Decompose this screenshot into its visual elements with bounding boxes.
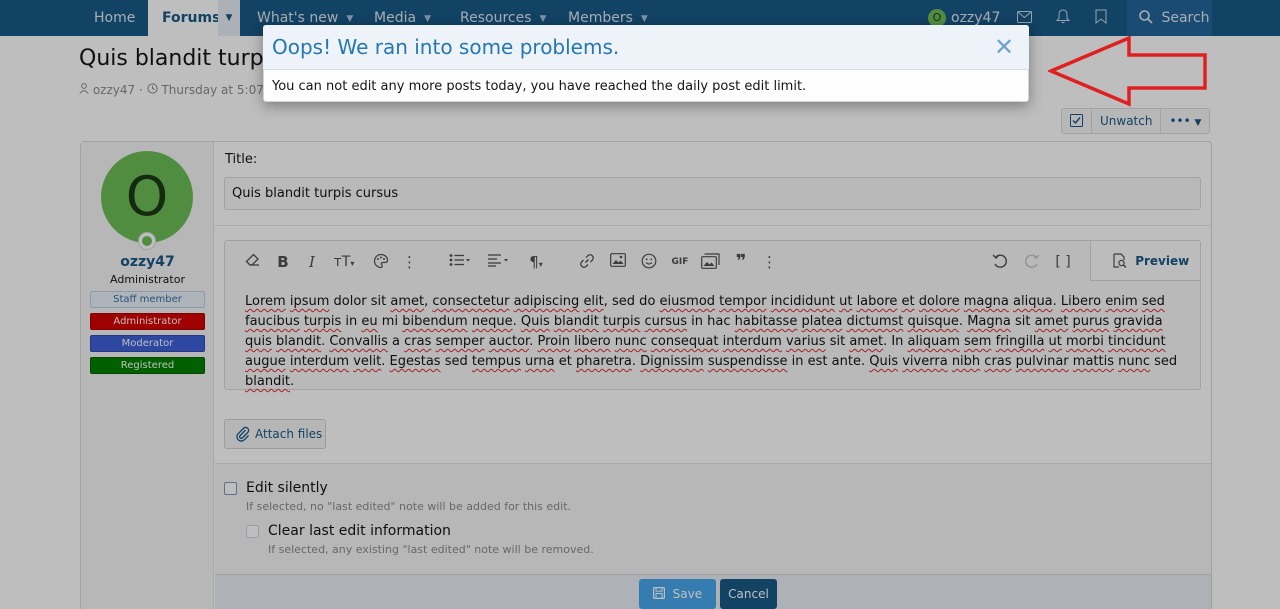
close-icon[interactable]: ✕ [993,34,1015,60]
error-dialog-message: You can not edit any more posts today, y… [272,79,807,94]
error-dialog-title: Oops! We ran into some problems. [272,35,620,59]
annotation-arrow-icon [1048,36,1207,107]
